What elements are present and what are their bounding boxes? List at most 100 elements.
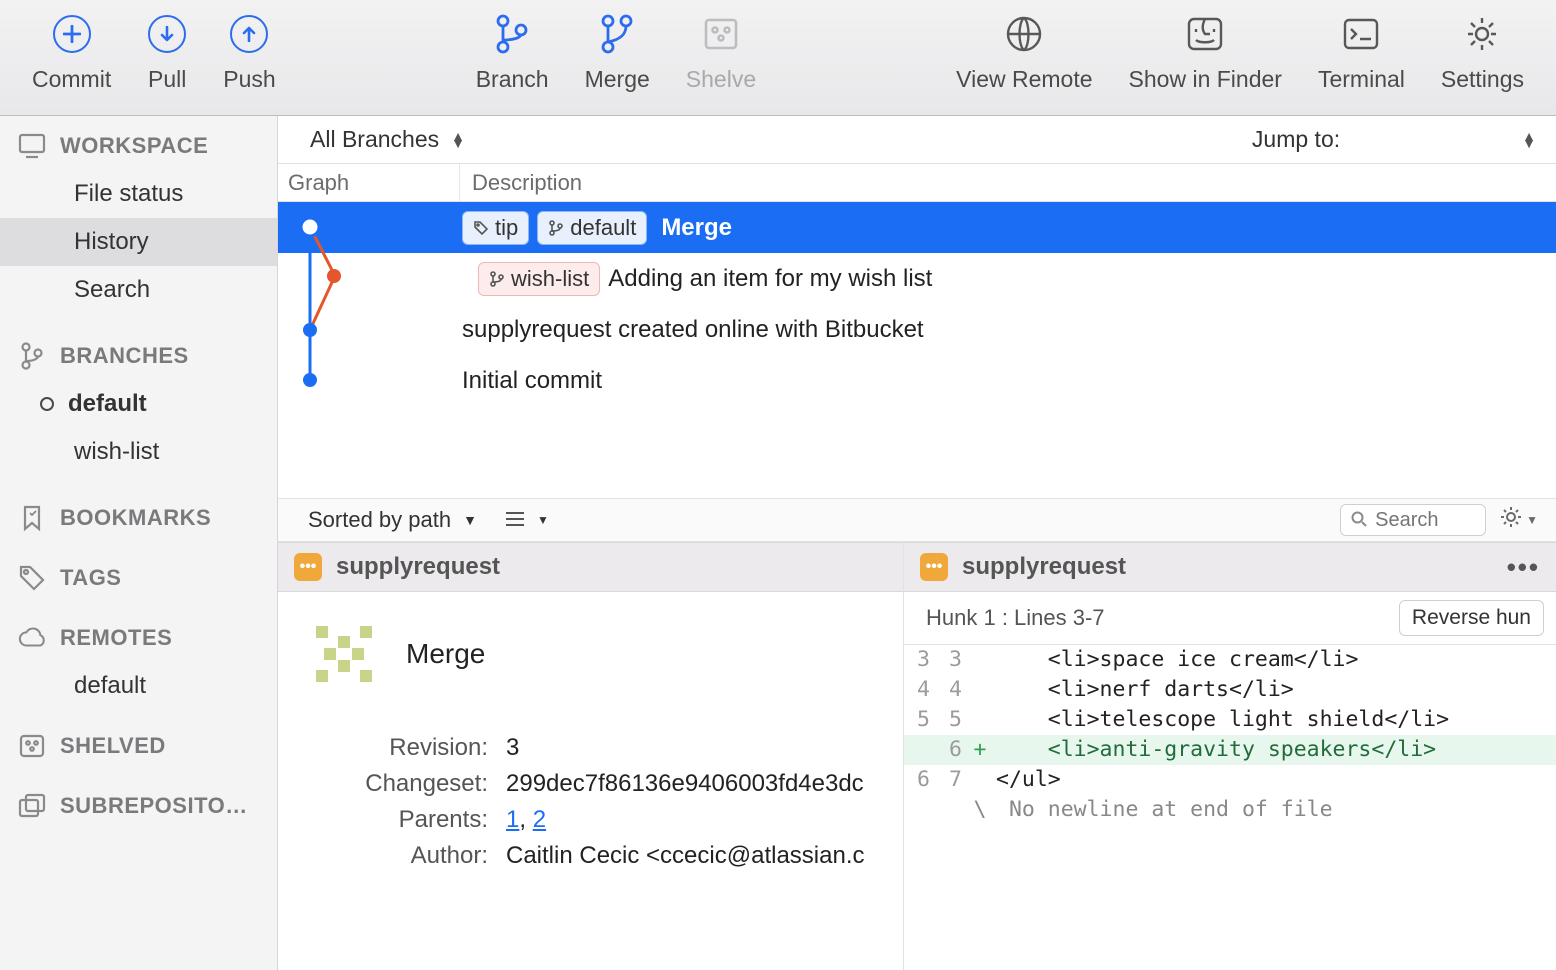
commit-label: Commit (32, 66, 111, 93)
pull-button[interactable]: Pull (129, 0, 205, 93)
file-search-input[interactable] (1340, 504, 1486, 536)
parents-value: 1, 2 (506, 806, 546, 834)
diff-line: 44 <li>nerf darts</li> (904, 675, 1556, 705)
sidebar-item-file-status[interactable]: File status (0, 170, 277, 218)
diff-settings-button[interactable]: ▼ (1500, 506, 1538, 534)
commit-button[interactable]: Commit (14, 0, 129, 93)
diff-line: 67 </ul> (904, 765, 1556, 795)
terminal-icon (1341, 14, 1381, 54)
sidebar-item-remote-default[interactable]: default (0, 662, 277, 710)
commit-title: Merge (406, 638, 485, 670)
cloud-icon (18, 624, 46, 652)
diff-view: 33 <li>space ice cream</li>44 <li>nerf d… (904, 644, 1556, 825)
chevron-down-icon: ▼ (537, 513, 549, 527)
workspace-header-label: WORKSPACE (60, 133, 208, 159)
branches-header[interactable]: BRANCHES (0, 314, 277, 380)
commit-description: Initial commit (462, 367, 602, 395)
branch-icon (18, 342, 46, 370)
remotes-header[interactable]: REMOTES (0, 602, 277, 662)
sidebar-item-branch-wishlist[interactable]: wish-list (0, 428, 277, 476)
diff-line: 6+ <li>anti-gravity speakers</li> (904, 735, 1556, 765)
chevron-down-icon: ▼ (463, 512, 477, 528)
changed-file-row-left[interactable]: ••• supplyrequest (278, 542, 903, 592)
shelve-button[interactable]: Shelve (668, 0, 774, 93)
parent-link-2[interactable]: 2 (533, 806, 546, 833)
tags-header[interactable]: TAGS (0, 542, 277, 602)
branch-icon (492, 14, 532, 54)
shelved-icon (18, 732, 46, 760)
commit-row[interactable]: tip defaultMerge (278, 202, 1556, 253)
branch-button[interactable]: Branch (458, 0, 567, 93)
changed-file-row-right[interactable]: ••• supplyrequest ••• (904, 542, 1556, 592)
list-style-dropdown[interactable]: ▼ (505, 507, 549, 533)
author-avatar (306, 616, 382, 692)
commit-row[interactable]: wish-listAdding an item for my wish list (278, 253, 1556, 304)
bookmark-icon (18, 504, 46, 532)
diff-line: 55 <li>telescope light shield</li> (904, 705, 1556, 735)
file-search-field[interactable] (1375, 509, 1475, 532)
list-icon (505, 507, 525, 533)
diff-line: \ No newline at end of file (904, 795, 1556, 825)
jump-to-label: Jump to: (1252, 126, 1340, 153)
tags-header-label: TAGS (60, 565, 121, 591)
sidebar-item-branch-default[interactable]: default (0, 380, 277, 428)
commit-description: Adding an item for my wish list (608, 265, 932, 293)
sidebar-item-history[interactable]: History (0, 218, 277, 266)
bookmarks-header-label: BOOKMARKS (60, 505, 211, 531)
shelve-label: Shelve (686, 66, 756, 93)
file-modified-icon: ••• (920, 553, 948, 581)
show-in-finder-button[interactable]: Show in Finder (1111, 0, 1300, 93)
revision-label: Revision: (306, 734, 506, 762)
finder-icon (1185, 14, 1225, 54)
terminal-label: Terminal (1318, 66, 1405, 93)
changed-file-name-right: supplyrequest (962, 553, 1126, 581)
plus-circle-icon (52, 14, 92, 54)
gear-icon (1462, 14, 1502, 54)
branches-header-label: BRANCHES (60, 343, 189, 369)
branch-tag: default (537, 211, 647, 245)
changeset-label: Changeset: (306, 770, 506, 798)
reverse-hunk-button[interactable]: Reverse hun (1399, 600, 1544, 636)
author-value: Caitlin Cecic <ccecic@atlassian.c (506, 842, 865, 870)
globe-icon (1004, 14, 1044, 54)
branch-label: Branch (476, 66, 549, 93)
branch-filter-dropdown[interactable]: All Branches ▲▼ (310, 126, 465, 153)
merge-button[interactable]: Merge (567, 0, 668, 93)
merge-icon (597, 14, 637, 54)
current-branch-dot-icon (40, 397, 54, 411)
history-columns-header: Graph Description (278, 164, 1556, 202)
chevron-down-icon: ▼ (1526, 513, 1538, 527)
commit-description: supplyrequest created online with Bitbuc… (462, 316, 924, 344)
bookmarks-header[interactable]: BOOKMARKS (0, 476, 277, 542)
sidebar-item-search[interactable]: Search (0, 266, 277, 314)
col-desc-header[interactable]: Description (460, 164, 1556, 201)
changed-file-name-left: supplyrequest (336, 553, 500, 581)
show-in-finder-label: Show in Finder (1129, 66, 1282, 93)
subrepos-header-label: SUBREPOSITO… (60, 793, 248, 819)
shelve-icon (701, 14, 741, 54)
commit-row[interactable]: Initial commit (278, 355, 1556, 406)
commit-row[interactable]: supplyrequest created online with Bitbuc… (278, 304, 1556, 355)
download-circle-icon (147, 14, 187, 54)
shelved-header[interactable]: SHELVED (0, 710, 277, 770)
terminal-button[interactable]: Terminal (1300, 0, 1423, 93)
sort-dropdown[interactable]: Sorted by path ▼ (308, 507, 477, 533)
file-more-button[interactable]: ••• (1507, 552, 1540, 583)
revision-value: 3 (506, 734, 519, 762)
workspace-header[interactable]: WORKSPACE (0, 116, 277, 170)
upload-circle-icon (229, 14, 269, 54)
push-label: Push (223, 66, 275, 93)
commit-graph (296, 202, 436, 422)
commit-description: Merge (661, 214, 732, 242)
parent-link-1[interactable]: 1 (506, 806, 519, 833)
changeset-value: 299dec7f86136e9406003fd4e3dc (506, 770, 864, 798)
view-remote-button[interactable]: View Remote (938, 0, 1110, 93)
updown-icon: ▲▼ (1522, 133, 1536, 147)
push-button[interactable]: Push (205, 0, 293, 93)
col-graph-header[interactable]: Graph (278, 164, 460, 201)
subrepos-header[interactable]: SUBREPOSITO… (0, 770, 277, 830)
jump-to-dropdown[interactable]: Jump to: ▲▼ (1252, 126, 1536, 153)
monitor-icon (18, 132, 46, 160)
subrepo-icon (18, 792, 46, 820)
settings-button[interactable]: Settings (1423, 0, 1542, 93)
